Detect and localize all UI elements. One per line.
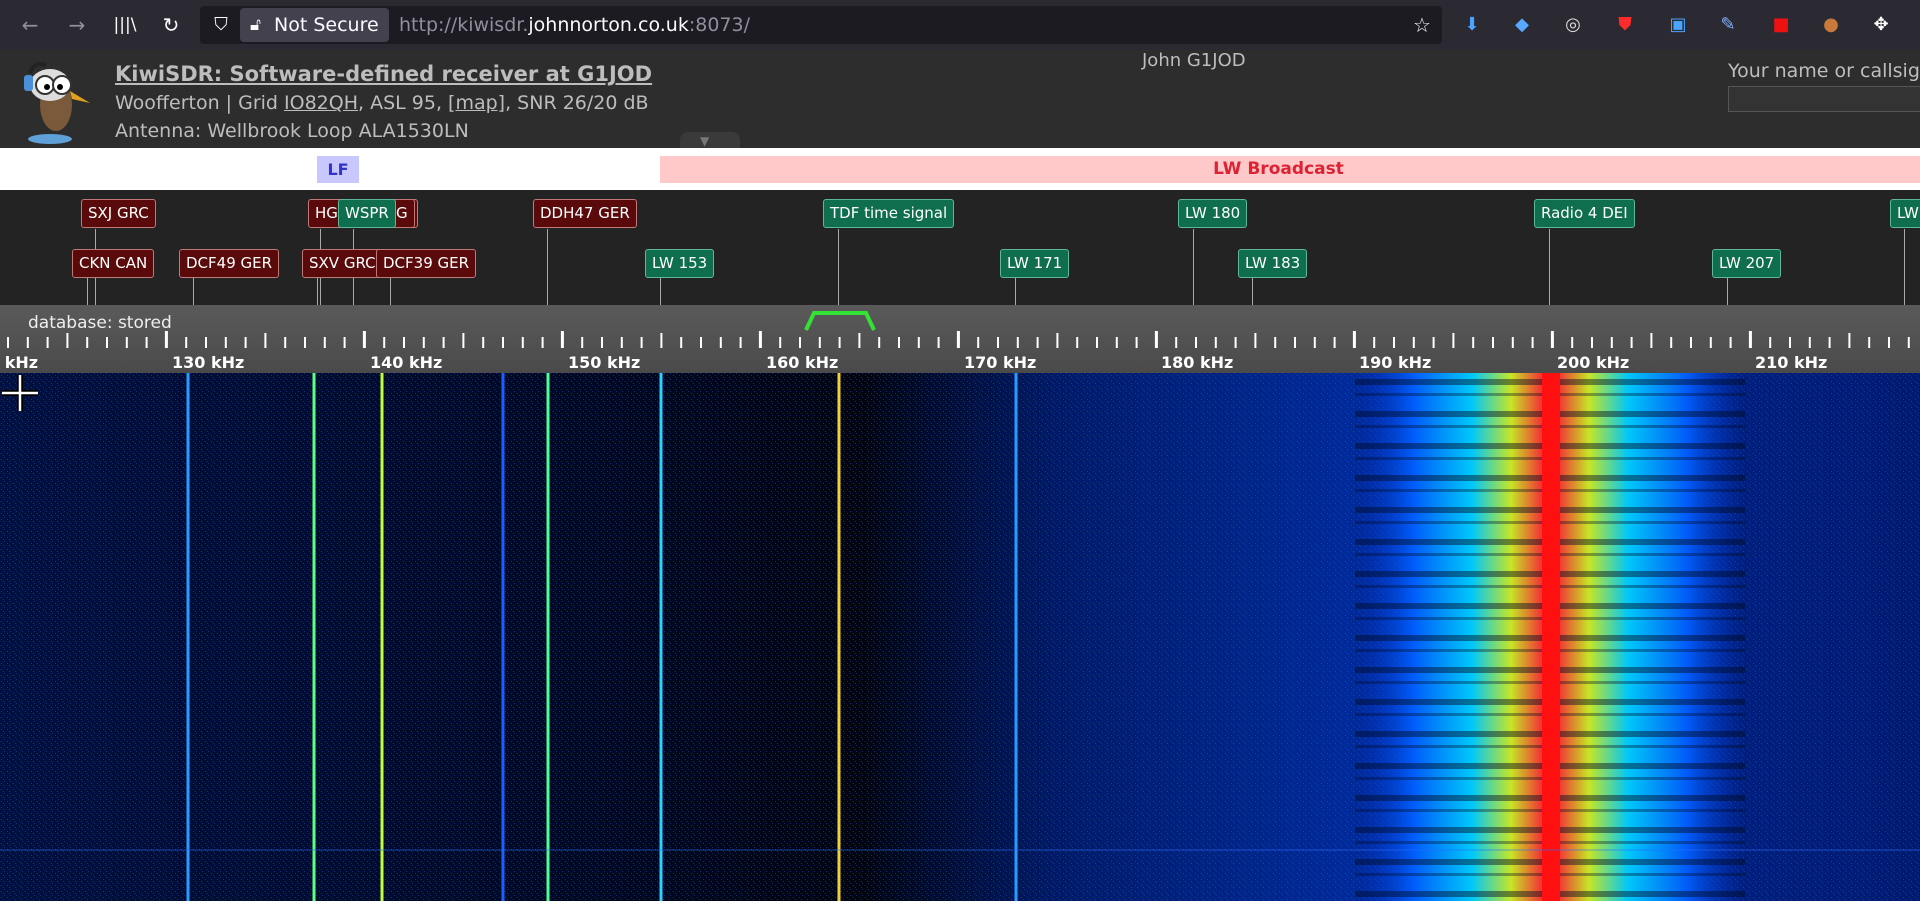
tick-label: 190 kHz [1359, 353, 1431, 372]
page-title[interactable]: KiwiSDR: Software-defined receiver at G1… [115, 62, 652, 86]
tick-label: 150 kHz [568, 353, 640, 372]
passband-marker[interactable] [804, 311, 876, 331]
url-text[interactable]: http://kiwisdr.johnnorton.co.uk:8073/ [399, 8, 750, 42]
antenna-info: Antenna: Wellbrook Loop ALA1530LN [115, 120, 469, 142]
extension-doc-icon[interactable]: ▣ [1665, 12, 1691, 38]
grid-link[interactable]: IO82QH [284, 92, 358, 114]
tick-label: 180 kHz [1161, 353, 1233, 372]
database-status: database: stored [28, 313, 172, 333]
tick-label: 160 kHz [766, 353, 838, 372]
station-lw-183[interactable]: LW 183 [1238, 249, 1308, 278]
station-lw-207[interactable]: LW 207 [1712, 249, 1782, 278]
tick-label: 200 kHz [1557, 353, 1629, 372]
frequency-scale[interactable]: 0 kHz 130 kHz 140 kHz 150 kHz 160 kHz 17… [0, 305, 1920, 373]
station-lw-153[interactable]: LW 153 [645, 249, 715, 278]
station-dcf49-ger[interactable]: DCF49 GER [179, 249, 280, 278]
station-labels: SXJ GRC HG G WSPR DDH47 GER TDF time sig… [0, 190, 1920, 305]
extension-red-icon[interactable]: ■ [1768, 12, 1794, 38]
station-ckn-can[interactable]: CKN CAN [72, 249, 155, 278]
scale-minor-ticks [7, 331, 1910, 348]
extension-glasses-icon[interactable]: ◎ [1560, 12, 1586, 38]
scale-graphic: 0 kHz 130 kHz 140 kHz 150 kHz 160 kHz 17… [0, 311, 1910, 372]
station-lw-180[interactable]: LW 180 [1178, 199, 1248, 228]
station-lw-171[interactable]: LW 171 [1000, 249, 1070, 278]
not-secure-badge[interactable]: 🔓︎ Not Secure [240, 8, 389, 42]
callsign-label: Your name or callsign [1728, 60, 1920, 82]
extension-pen-icon[interactable]: ✎ [1715, 12, 1741, 38]
library-icon[interactable]: |||\ [112, 12, 138, 38]
station-lw-edge[interactable]: LW [1890, 199, 1920, 228]
tick-label: 170 kHz [964, 353, 1036, 372]
back-icon[interactable]: ← [17, 12, 43, 38]
station-dcf39-ger[interactable]: DCF39 GER [376, 249, 477, 278]
scale-tick-labels: 0 kHz 130 kHz 140 kHz 150 kHz 160 kHz 17… [0, 353, 1827, 372]
band-lf[interactable]: LF [317, 156, 359, 183]
shield-icon[interactable]: ⛉ [208, 12, 234, 38]
browser-toolbar: ← → |||\ ↻ ⛉ 🔓︎ Not Secure http://kiwisd… [0, 0, 1920, 50]
extension-palette-icon[interactable]: ● [1818, 12, 1844, 38]
forward-icon[interactable]: → [64, 12, 90, 38]
waterfall-graphic [0, 373, 1920, 901]
station-sxv-grc[interactable]: SXV GRC [302, 249, 382, 278]
ublock-icon[interactable]: ⛊ [1612, 12, 1638, 38]
map-link[interactable]: [map] [448, 92, 505, 114]
operator-name: John G1JOD [1142, 50, 1246, 71]
label-stem [1193, 229, 1194, 305]
tick-label: 210 kHz [1755, 353, 1827, 372]
station-radio-4-dei[interactable]: Radio 4 DEI [1534, 199, 1635, 228]
extensions-menu-icon[interactable]: ✥ [1868, 12, 1894, 38]
reload-icon[interactable]: ↻ [158, 12, 184, 38]
station-sxj-grc[interactable]: SXJ GRC [81, 199, 156, 228]
label-stem [838, 229, 839, 305]
label-stem [1549, 229, 1550, 305]
tick-label: 140 kHz [370, 353, 442, 372]
kiwi-bird-logo-icon [24, 62, 90, 144]
extension-gem-icon[interactable]: ◆ [1509, 12, 1535, 38]
band-bar: LF LW Broadcast [0, 148, 1920, 190]
station-ddh47-ger[interactable]: DDH47 GER [533, 199, 637, 228]
tick-label: 130 kHz [172, 353, 244, 372]
station-location: Woofferton | Grid IO82QH, ASL 95, [map],… [115, 92, 649, 114]
bookmark-star-icon[interactable]: ☆ [1409, 12, 1435, 38]
sdr-header: KiwiSDR: Software-defined receiver at G1… [0, 50, 1920, 148]
waterfall-display[interactable] [0, 373, 1920, 901]
station-tdf-time-signal[interactable]: TDF time signal [823, 199, 955, 228]
band-lw-broadcast[interactable]: LW Broadcast [660, 156, 1920, 183]
crosshair-cursor-icon [2, 375, 38, 411]
tick-label: 0 kHz [0, 353, 38, 372]
label-stem [1904, 229, 1905, 305]
chevron-down-icon: ▼ [700, 134, 710, 148]
header-collapse-tab[interactable]: ▼ [680, 132, 740, 148]
downloads-icon[interactable]: ⬇ [1459, 12, 1485, 38]
label-stem [547, 229, 548, 305]
lock-icon: 🔓︎ [250, 15, 262, 35]
callsign-input[interactable] [1728, 86, 1920, 112]
station-wspr[interactable]: WSPR [338, 199, 396, 228]
